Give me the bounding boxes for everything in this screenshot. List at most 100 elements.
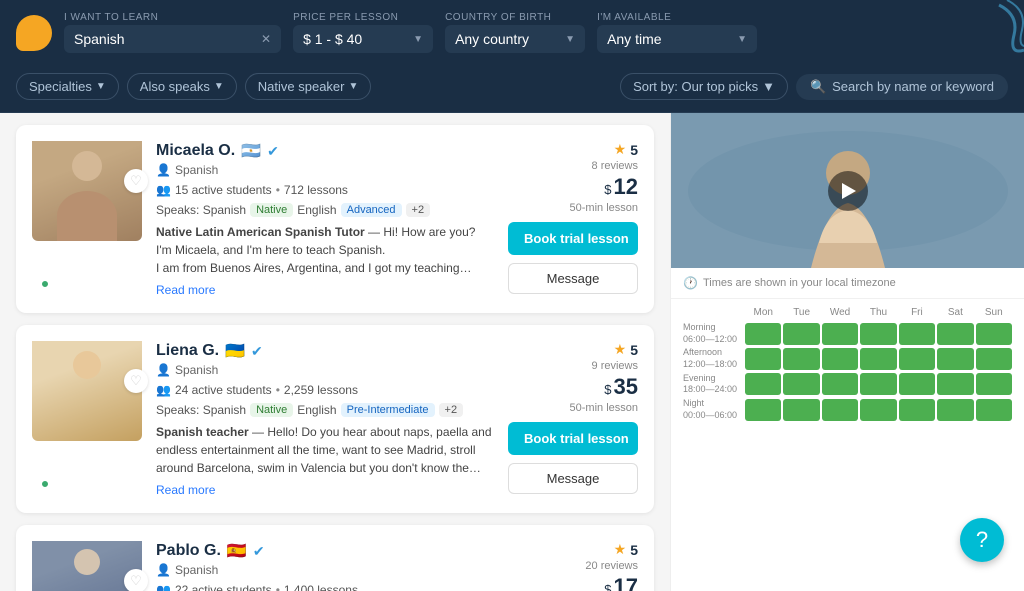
students-icon: 👥 xyxy=(156,383,171,397)
play-button[interactable] xyxy=(828,171,868,211)
schedule-cell[interactable] xyxy=(860,323,896,345)
schedule-cell[interactable] xyxy=(976,348,1012,370)
schedule-cell[interactable] xyxy=(783,373,819,395)
tutor-card: ♡ Pablo G. 🇪🇸 ✔ 👤 Spanish 👥 22 active st… xyxy=(16,525,654,591)
favorite-button[interactable]: ♡ xyxy=(124,369,148,393)
schedule-cell[interactable] xyxy=(899,373,935,395)
day-sat: Sat xyxy=(937,307,973,318)
speaks-english: English xyxy=(297,403,336,417)
schedule-cell[interactable] xyxy=(860,399,896,421)
video-thumbnail[interactable] xyxy=(671,113,1024,268)
schedule-cell[interactable] xyxy=(860,348,896,370)
tutor-photo-wrap: Super tutor ♡ xyxy=(32,141,142,297)
time-afternoon-label: Afternoon12:00—18:00 xyxy=(683,347,743,370)
tutor-list: Super tutor ♡ Micaela O. 🇦🇷 ✔ 👤 Spanish … xyxy=(0,113,670,591)
students-icon: 👥 xyxy=(156,183,171,197)
specialties-filter-button[interactable]: Specialties ▼ xyxy=(16,73,119,100)
star-icon: ★ xyxy=(614,341,627,358)
schedule-cell[interactable] xyxy=(899,399,935,421)
schedule-cell[interactable] xyxy=(745,373,781,395)
price-row: $ 12 xyxy=(604,174,638,200)
sort-button[interactable]: Sort by: Our top picks ▼ xyxy=(620,73,788,100)
schedule-cell[interactable] xyxy=(822,323,858,345)
read-more-link[interactable]: Read more xyxy=(156,283,215,297)
tutor-name: Micaela O. xyxy=(156,142,235,160)
book-trial-button[interactable]: Book trial lesson xyxy=(508,222,638,255)
schedule-cell[interactable] xyxy=(822,399,858,421)
book-trial-button[interactable]: Book trial lesson xyxy=(508,422,638,455)
schedule-cell[interactable] xyxy=(976,373,1012,395)
learn-input[interactable] xyxy=(74,31,255,47)
read-more-link[interactable]: Read more xyxy=(156,483,215,497)
help-fab-button[interactable]: ? xyxy=(960,518,1004,562)
learn-input-wrap[interactable]: ✕ xyxy=(64,25,281,53)
available-select[interactable]: Any time ▼ xyxy=(597,25,757,53)
schedule-cell[interactable] xyxy=(745,323,781,345)
rating-price: ★ 5 8 reviews $ 12 50-min lesson xyxy=(570,141,638,214)
schedule-row-morning: Morning06:00—12:00 xyxy=(683,322,1012,345)
tutor-stats: 👥 15 active students • 712 lessons xyxy=(156,183,494,197)
search-by-name-input[interactable]: 🔍 Search by name or keyword xyxy=(796,74,1008,100)
tutor-subject: Spanish xyxy=(175,163,218,177)
message-button[interactable]: Message xyxy=(508,463,638,494)
schedule-cell[interactable] xyxy=(822,373,858,395)
price-row: $ 17 xyxy=(604,574,638,591)
tutor-speaks-row: Speaks: Spanish Native English Advanced … xyxy=(156,203,494,217)
message-button[interactable]: Message xyxy=(508,263,638,294)
schedule-cell[interactable] xyxy=(937,348,973,370)
tutor-students: 15 active students xyxy=(175,183,272,197)
favorite-button[interactable]: ♡ xyxy=(124,569,148,591)
tutor-description: Native Latin American Spanish Tutor — Hi… xyxy=(156,223,494,277)
schedule-cell[interactable] xyxy=(860,373,896,395)
tag-level: Pre-Intermediate xyxy=(341,403,435,417)
currency-symbol: $ xyxy=(604,582,611,591)
schedule-cell[interactable] xyxy=(899,348,935,370)
schedule-cell[interactable] xyxy=(783,348,819,370)
specialties-label: Specialties xyxy=(29,79,92,94)
native-speaker-filter-button[interactable]: Native speaker ▼ xyxy=(245,73,372,100)
time-morning-label: Morning06:00—12:00 xyxy=(683,322,743,345)
schedule-cell[interactable] xyxy=(899,323,935,345)
favorite-button[interactable]: ♡ xyxy=(124,169,148,193)
review-count: 20 reviews xyxy=(585,560,638,572)
schedule-cell[interactable] xyxy=(745,399,781,421)
tutor-speaks-row: Speaks: Spanish Native English Pre-Inter… xyxy=(156,403,494,417)
search-group: I WANT TO LEARN ✕ PRICE PER LESSON $ 1 -… xyxy=(64,12,1008,53)
country-select[interactable]: Any country ▼ xyxy=(445,25,585,53)
currency-symbol: $ xyxy=(604,382,611,397)
tutor-name-row: Pablo G. 🇪🇸 ✔ xyxy=(156,541,494,561)
rating-price: ★ 5 9 reviews $ 35 50-min lesson xyxy=(570,341,638,414)
schedule-cell[interactable] xyxy=(976,399,1012,421)
available-value: Any time xyxy=(607,31,661,47)
day-tue: Tue xyxy=(783,307,819,318)
online-indicator xyxy=(40,279,50,289)
schedule-cell[interactable] xyxy=(937,373,973,395)
star-icon: ★ xyxy=(614,541,627,558)
decorative-icon xyxy=(969,0,1024,55)
also-speaks-label: Also speaks xyxy=(140,79,210,94)
tutor-info: Micaela O. 🇦🇷 ✔ 👤 Spanish 👥 15 active st… xyxy=(156,141,494,297)
online-indicator xyxy=(40,479,50,489)
schedule-cell[interactable] xyxy=(745,348,781,370)
schedule-cell[interactable] xyxy=(783,399,819,421)
tutor-name: Liena G. xyxy=(156,342,219,360)
schedule-cell[interactable] xyxy=(937,323,973,345)
day-sun: Sun xyxy=(976,307,1012,318)
schedule-cell[interactable] xyxy=(937,399,973,421)
tutor-name: Pablo G. xyxy=(156,542,221,560)
clear-icon[interactable]: ✕ xyxy=(261,32,271,46)
schedule-cell[interactable] xyxy=(822,348,858,370)
also-speaks-filter-button[interactable]: Also speaks ▼ xyxy=(127,73,237,100)
verified-icon: ✔ xyxy=(267,143,279,160)
schedule-cell[interactable] xyxy=(976,323,1012,345)
price-value: $ 1 - $ 40 xyxy=(303,31,362,47)
schedule-cell[interactable] xyxy=(783,323,819,345)
price-select[interactable]: $ 1 - $ 40 ▼ xyxy=(293,25,433,53)
tutor-card: Super tutor ♡ Micaela O. 🇦🇷 ✔ 👤 Spanish … xyxy=(16,125,654,313)
schedule-row-night: Night00:00—06:00 xyxy=(683,398,1012,421)
sort-chevron-icon: ▼ xyxy=(762,79,775,94)
days-spacer xyxy=(683,307,743,318)
tutor-photo-wrap: ♡ xyxy=(32,541,142,591)
schedule-row-evening: Evening18:00—24:00 xyxy=(683,373,1012,396)
country-value: Any country xyxy=(455,31,529,47)
